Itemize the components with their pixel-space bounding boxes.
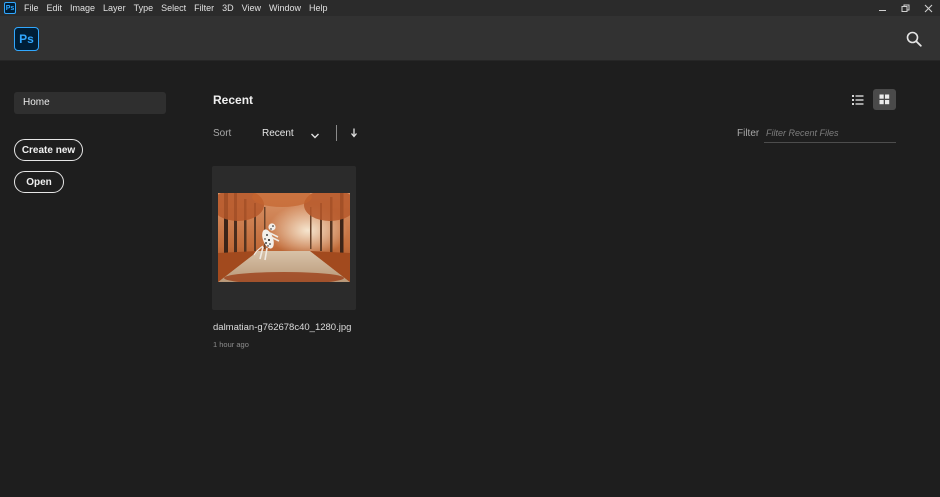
close-icon[interactable] [917,0,940,16]
minimize-icon[interactable] [871,0,894,16]
arrow-down-icon[interactable] [349,126,359,138]
recent-file-card[interactable] [212,166,356,310]
window-controls [871,0,940,16]
filter-label: Filter [737,128,760,139]
menu-edit[interactable]: Edit [43,0,67,16]
menu-help[interactable]: Help [305,0,332,16]
menu-3d[interactable]: 3D [218,0,238,16]
menu-layer[interactable]: Layer [99,0,130,16]
create-new-button[interactable]: Create new [14,139,83,161]
menu-type[interactable]: Type [130,0,158,16]
menu-items: File Edit Image Layer Type Select Filter… [20,0,332,16]
photoshop-app-icon[interactable]: Ps [4,2,16,14]
app-header: Ps [0,16,940,61]
sort-label: Sort [213,128,232,139]
open-button[interactable]: Open [14,171,64,193]
restore-icon[interactable] [894,0,917,16]
menu-window[interactable]: Window [265,0,305,16]
filter-recent-files-input[interactable] [764,124,896,143]
file-name[interactable]: dalmatian-g762678c40_1280.jpg [213,322,351,333]
photoshop-logo[interactable]: Ps [14,27,39,51]
file-thumbnail[interactable] [218,193,350,282]
menu-filter[interactable]: Filter [190,0,218,16]
grid-view-icon[interactable] [873,89,896,110]
file-modified-time: 1 hour ago [213,340,249,349]
menu-view[interactable]: View [238,0,265,16]
list-view-icon[interactable] [848,91,866,109]
search-icon[interactable] [906,31,922,47]
chevron-down-icon[interactable] [309,128,321,139]
dalmatian-thumbnail-image [218,193,350,282]
menu-bar: Ps File Edit Image Layer Type Select Fil… [0,0,940,16]
menu-file[interactable]: File [20,0,43,16]
sort-divider [336,125,337,141]
section-title: Recent [213,93,254,107]
menu-select[interactable]: Select [157,0,190,16]
sort-dropdown[interactable]: Recent [262,128,294,139]
menu-image[interactable]: Image [66,0,99,16]
sidebar-item-home[interactable]: Home [14,92,166,114]
